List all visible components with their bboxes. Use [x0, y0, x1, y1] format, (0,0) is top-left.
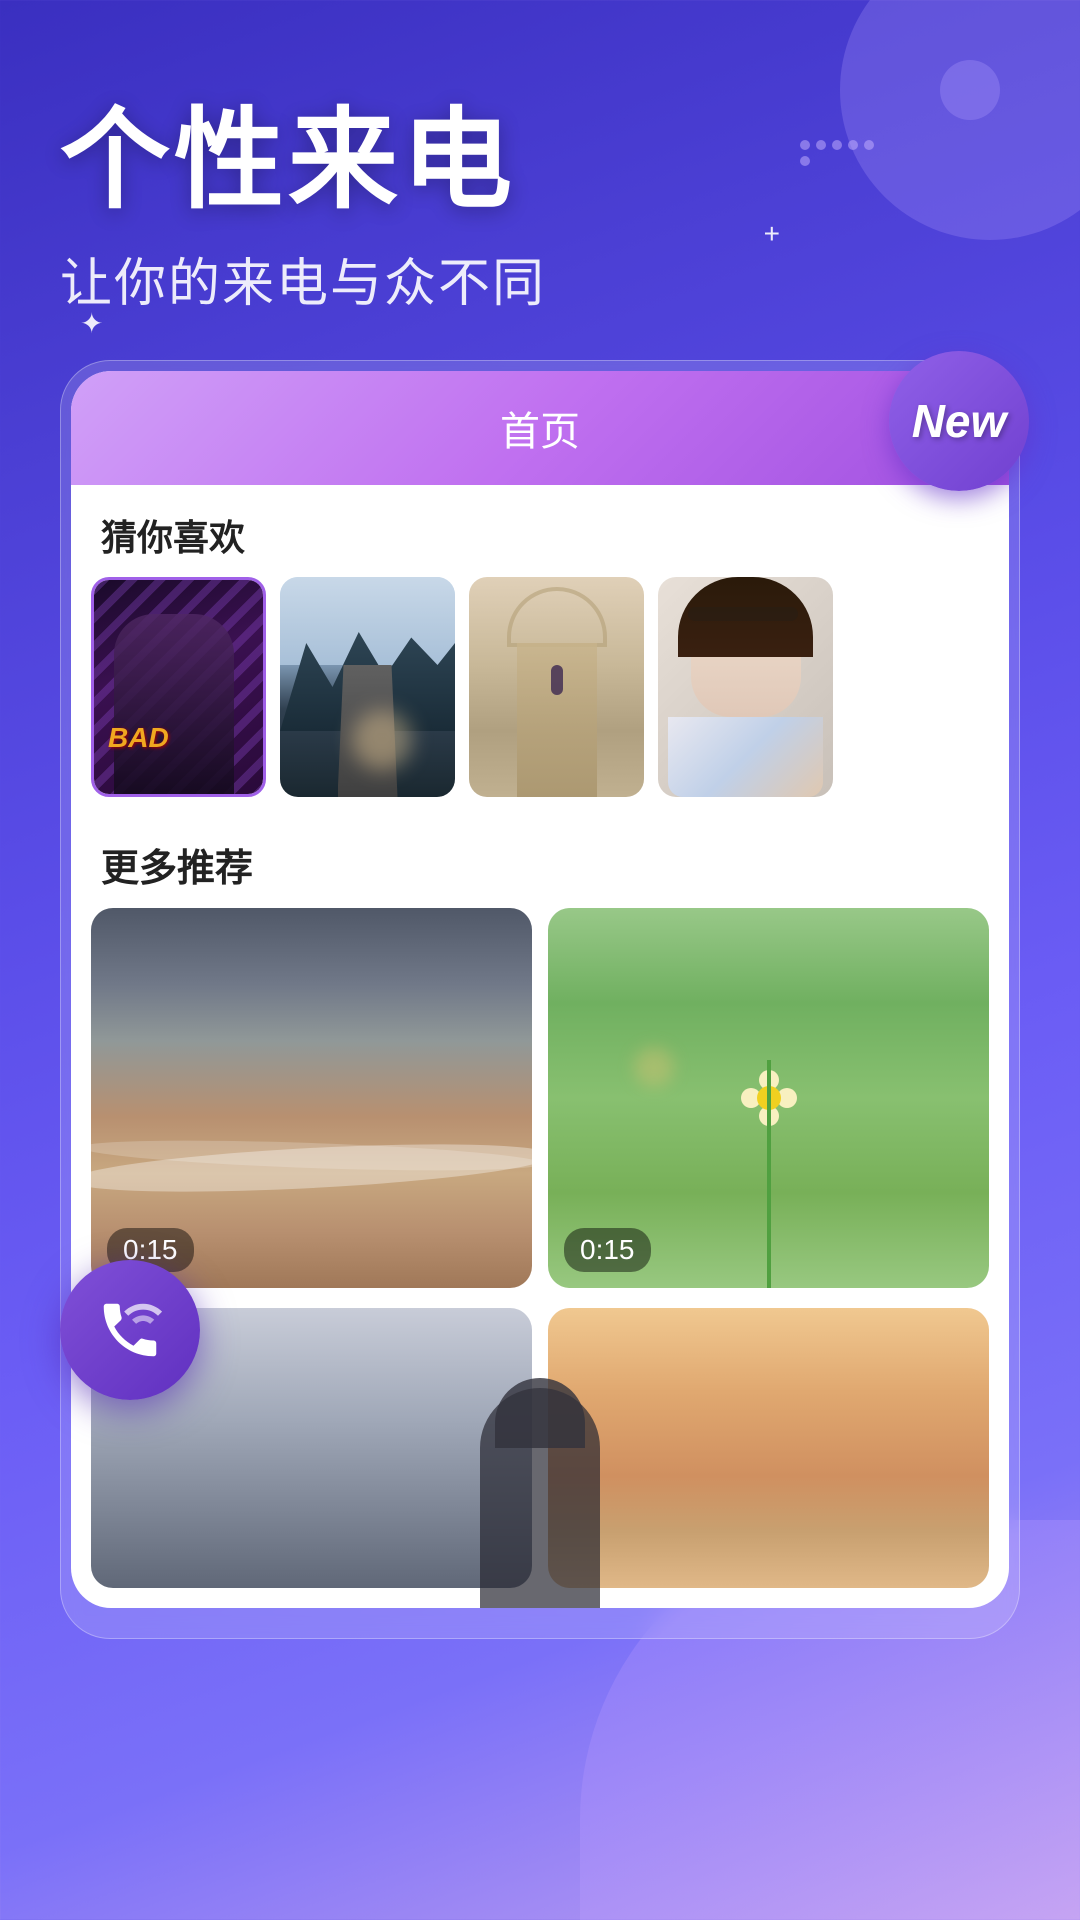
card-tab-label: 首页 [500, 410, 580, 454]
card-topbar: 首页 [71, 371, 1009, 485]
grid-row-1: 0:15 0:15 [71, 908, 1009, 1308]
header-area: 个性来电 让你的来电与众不同 [60, 100, 546, 316]
section2-title: 更多推荐 [71, 817, 1009, 908]
thumb-girl-bad[interactable]: BAD [91, 577, 266, 797]
section1-title: 猜你喜欢 [71, 485, 1009, 577]
grid-flowers-duration: 0:15 [564, 1228, 651, 1272]
grid-item-sunset[interactable] [548, 1308, 989, 1588]
new-badge[interactable]: New [889, 351, 1029, 491]
sub-title: 让你的来电与众不同 [60, 241, 546, 316]
card-content: 猜你喜欢 BAD [71, 485, 1009, 1608]
thumb-stairs[interactable] [469, 577, 644, 797]
bg-circle-top [840, 0, 1080, 240]
thumb-girl-portrait[interactable] [658, 577, 833, 797]
grid-item-beach[interactable]: 0:15 [91, 908, 532, 1288]
thumbs-row: BAD [71, 577, 1009, 817]
grid-row-2 [71, 1308, 1009, 1608]
sparkle-3: + [764, 220, 780, 248]
bg-decoration-dots [800, 140, 880, 166]
bg-circle-small [940, 60, 1000, 120]
main-title: 个性来电 [60, 100, 546, 221]
phone-card-inner: 首页 猜你喜欢 BAD [71, 371, 1009, 1608]
new-badge-text: New [912, 394, 1007, 448]
phone-icon [95, 1295, 165, 1365]
grid-item-flowers[interactable]: 0:15 [548, 908, 989, 1288]
phone-card: New 首页 猜你喜欢 BAD [60, 360, 1020, 1639]
phone-fab[interactable] [60, 1260, 200, 1400]
